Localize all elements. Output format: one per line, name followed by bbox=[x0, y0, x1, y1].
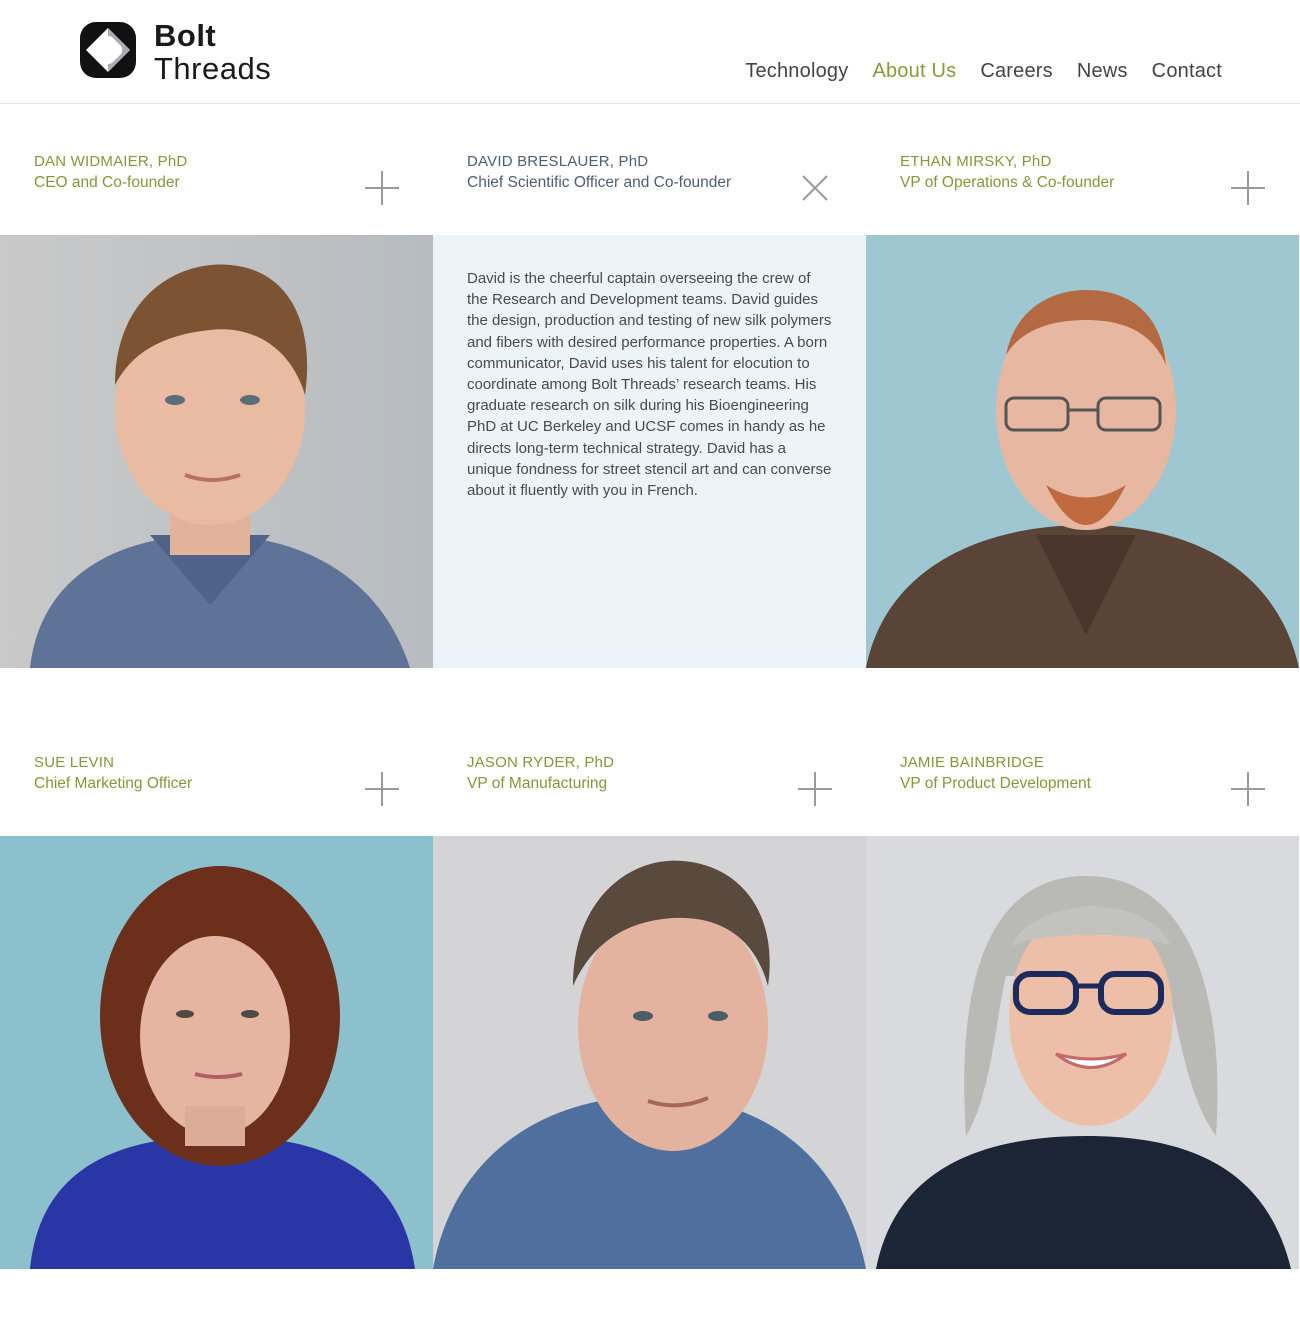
member-role: Chief Scientific Officer and Co-founder bbox=[467, 174, 732, 191]
expand-bio-button[interactable] bbox=[798, 772, 832, 806]
main-nav: Technology About Us Careers News Contact bbox=[745, 60, 1222, 83]
portrait-image bbox=[866, 235, 1299, 668]
logo-mark-icon bbox=[80, 22, 136, 78]
member-bio-panel: David is the cheerful captain overseeing… bbox=[433, 235, 866, 668]
nav-contact[interactable]: Contact bbox=[1152, 60, 1222, 83]
nav-technology[interactable]: Technology bbox=[745, 60, 848, 83]
member-name: JAMIE BAINBRIDGE bbox=[900, 754, 1045, 771]
team-card-header: JASON RYDER, PhD VP of Manufacturing bbox=[433, 706, 866, 836]
expand-bio-button[interactable] bbox=[1231, 171, 1265, 205]
member-name: JASON RYDER, PhD bbox=[467, 754, 615, 771]
member-role: VP of Operations & Co-founder bbox=[900, 174, 1115, 191]
member-photo[interactable] bbox=[0, 836, 433, 1269]
team-card-header: JAMIE BAINBRIDGE VP of Product Developme… bbox=[866, 706, 1299, 836]
member-photo[interactable] bbox=[866, 235, 1299, 668]
portrait-image bbox=[0, 836, 433, 1269]
plus-icon bbox=[798, 772, 832, 806]
member-photo[interactable] bbox=[0, 235, 433, 668]
nav-about-us[interactable]: About Us bbox=[872, 60, 956, 83]
member-role: Chief Marketing Officer bbox=[34, 775, 193, 792]
plus-icon bbox=[365, 171, 399, 205]
plus-icon bbox=[365, 772, 399, 806]
site-header: Bolt Threads Technology About Us Careers… bbox=[0, 0, 1300, 104]
member-bio-text: David is the cheerful captain overseeing… bbox=[467, 270, 832, 500]
member-role: VP of Manufacturing bbox=[467, 775, 608, 792]
collapse-bio-button[interactable] bbox=[798, 171, 832, 205]
member-name: ETHAN MIRSKY, PhD bbox=[900, 153, 1052, 170]
member-name: DAVID BRESLAUER, PhD bbox=[467, 153, 649, 170]
portrait-image bbox=[0, 235, 433, 668]
portrait-image bbox=[866, 836, 1299, 1269]
plus-icon bbox=[1231, 772, 1265, 806]
expand-bio-button[interactable] bbox=[365, 171, 399, 205]
nav-careers[interactable]: Careers bbox=[980, 60, 1053, 83]
expand-bio-button[interactable] bbox=[1231, 772, 1265, 806]
member-role: CEO and Co-founder bbox=[34, 174, 180, 191]
nav-news[interactable]: News bbox=[1077, 60, 1128, 83]
logo-text-threads: Threads bbox=[154, 51, 272, 86]
portrait-image bbox=[433, 836, 866, 1269]
logo-text-bolt: Bolt bbox=[154, 18, 217, 53]
team-card-header: ETHAN MIRSKY, PhD VP of Operations & Co-… bbox=[866, 105, 1299, 235]
close-icon bbox=[802, 175, 828, 201]
member-name: DAN WIDMAIER, PhD bbox=[34, 153, 188, 170]
team-card-header: DAN WIDMAIER, PhD CEO and Co-founder bbox=[0, 105, 433, 235]
member-photo[interactable] bbox=[433, 836, 866, 1269]
expand-bio-button[interactable] bbox=[365, 772, 399, 806]
plus-icon bbox=[1231, 171, 1265, 205]
brand-logo[interactable]: Bolt Threads bbox=[78, 18, 288, 86]
member-role: VP of Product Development bbox=[900, 775, 1091, 792]
team-card-header: SUE LEVIN Chief Marketing Officer bbox=[0, 706, 433, 836]
team-card-header: DAVID BRESLAUER, PhD Chief Scientific Of… bbox=[433, 105, 866, 235]
member-name: SUE LEVIN bbox=[34, 754, 115, 771]
member-photo[interactable] bbox=[866, 836, 1299, 1269]
